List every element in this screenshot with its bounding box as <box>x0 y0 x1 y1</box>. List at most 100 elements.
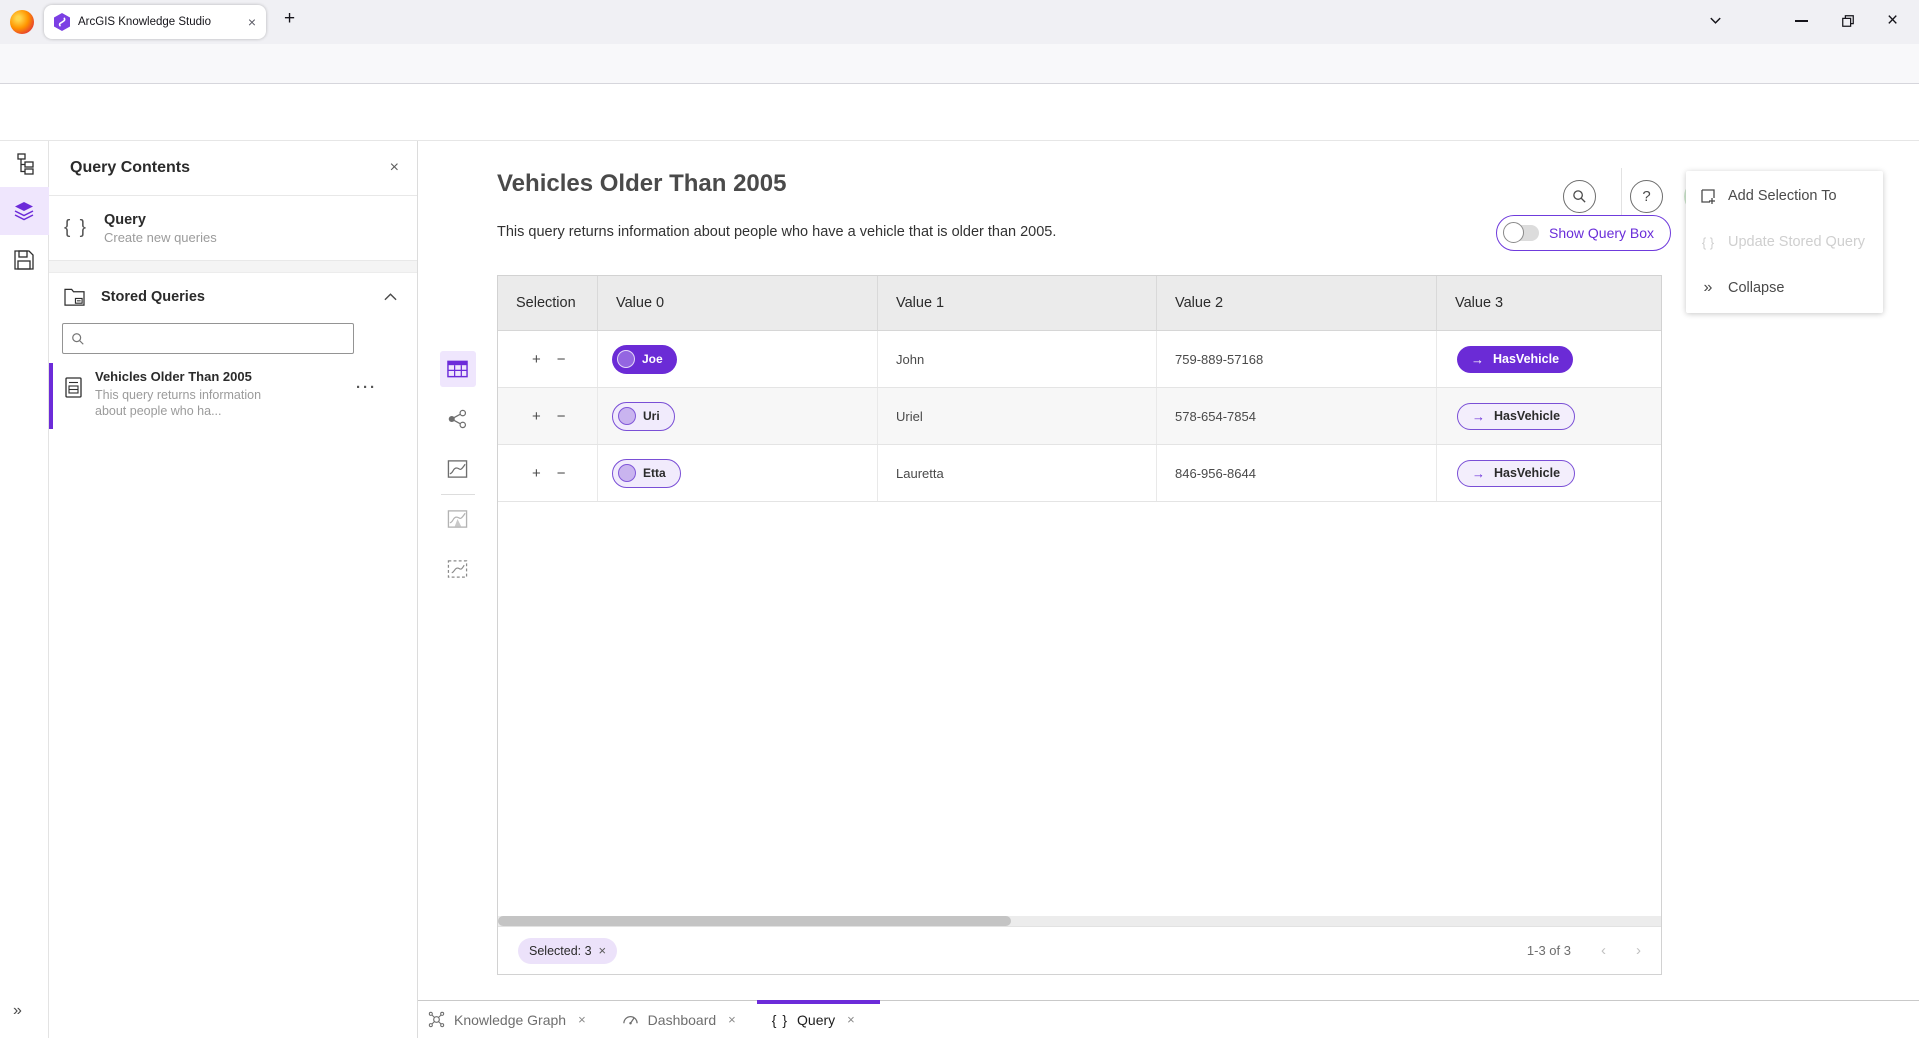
menu-item-update-stored-query[interactable]: { } Update Stored Query <box>1686 219 1883 265</box>
collapse-chevron-up-icon[interactable] <box>384 293 397 301</box>
link-chart-view-icon[interactable] <box>447 409 468 429</box>
tab-dashboard[interactable]: Dashboard × <box>622 1001 736 1039</box>
query-contents-panel: Query Contents × { } Query Create new qu… <box>49 141 418 1038</box>
row-select-plus-button[interactable]: + <box>532 465 541 482</box>
app-header: Certification Project ? PL publisher2 la… <box>0 84 1919 141</box>
entity-pill[interactable]: Etta <box>612 459 681 488</box>
selection-map-view-icon[interactable] <box>447 559 468 579</box>
column-header-value2[interactable]: Value 2 <box>1157 276 1437 330</box>
braces-icon: { } <box>1699 235 1717 250</box>
entity-pill[interactable]: Joe <box>612 345 677 374</box>
row-deselect-minus-button[interactable]: − <box>557 351 566 368</box>
braces-icon: { } <box>64 217 88 239</box>
cell-value1: John <box>878 331 1157 387</box>
window-restore-icon[interactable] <box>1841 14 1855 28</box>
row-select-plus-button[interactable]: + <box>532 351 541 368</box>
column-header-selection[interactable]: Selection <box>498 276 598 330</box>
show-query-box-label: Show Query Box <box>1549 225 1654 241</box>
close-tab-icon[interactable]: × <box>728 1012 736 1027</box>
menu-item-add-selection-to[interactable]: Add Selection To <box>1686 173 1883 219</box>
table-row: + − Joe John 759-889-57168 →HasVehicle <box>498 331 1661 388</box>
expand-rail-icon[interactable]: » <box>13 1002 22 1020</box>
row-deselect-minus-button[interactable]: − <box>557 465 566 482</box>
next-page-icon[interactable]: › <box>1636 942 1641 959</box>
contents-layers-icon[interactable] <box>13 200 35 222</box>
search-icon <box>1572 189 1587 204</box>
show-query-box-toggle[interactable]: Show Query Box <box>1496 215 1671 251</box>
map-view-icon[interactable] <box>447 459 468 479</box>
entity-dot-icon <box>618 407 636 425</box>
cell-value2: 578-654-7854 <box>1157 388 1437 444</box>
browser-toolbar: ← → https://dev0028833.esri.com/portal/a… <box>0 44 1919 84</box>
arcgis-knowledge-favicon <box>54 13 70 31</box>
column-header-value0[interactable]: Value 0 <box>598 276 878 330</box>
project-sitemap-icon[interactable] <box>13 153 35 175</box>
tab-query[interactable]: { } Query × <box>772 1001 855 1039</box>
previous-page-icon[interactable]: ‹ <box>1601 942 1606 959</box>
view-toolbar-divider <box>441 494 475 495</box>
new-tab-button[interactable]: + <box>284 8 295 30</box>
query-create-item[interactable]: { } Query Create new queries <box>49 196 417 261</box>
window-close-icon[interactable]: × <box>1887 10 1898 32</box>
browser-tab[interactable]: ArcGIS Knowledge Studio × <box>44 5 266 39</box>
relationship-pill[interactable]: →HasVehicle <box>1457 403 1575 430</box>
query-results-table: Selection Value 0 Value 1 Value 2 Value … <box>497 275 1662 975</box>
panel-title: Query Contents <box>70 159 390 177</box>
panel-section-gap <box>49 261 417 273</box>
pagination-label: 1-3 of 3 <box>1527 943 1571 958</box>
tab-close-icon[interactable]: × <box>248 14 256 30</box>
new-map-view-icon[interactable] <box>447 509 468 529</box>
column-header-value3[interactable]: Value 3 <box>1437 276 1661 330</box>
browser-tab-bar: ArcGIS Knowledge Studio × + × <box>0 0 1919 44</box>
row-deselect-minus-button[interactable]: − <box>557 408 566 425</box>
arrow-right-icon: → <box>1472 409 1485 424</box>
stored-queries-folder-icon <box>64 288 85 307</box>
column-header-value1[interactable]: Value 1 <box>878 276 1157 330</box>
panel-close-icon[interactable]: × <box>390 159 399 177</box>
relationship-pill[interactable]: →HasVehicle <box>1457 346 1573 373</box>
menu-item-collapse[interactable]: » Collapse <box>1686 265 1883 311</box>
item-ellipsis-menu-icon[interactable]: ··· <box>356 379 377 396</box>
table-view-icon[interactable] <box>447 359 468 379</box>
stored-query-doc-icon <box>64 377 83 398</box>
selected-count-chip[interactable]: Selected: 3 × <box>518 938 617 964</box>
relationship-pill[interactable]: →HasVehicle <box>1457 460 1575 487</box>
search-button[interactable] <box>1563 180 1596 213</box>
firefox-icon[interactable] <box>10 10 34 34</box>
row-select-plus-button[interactable]: + <box>532 408 541 425</box>
entity-dot-icon <box>617 350 635 368</box>
clear-selection-icon[interactable]: × <box>599 943 607 958</box>
query-item-title: Query <box>104 212 217 228</box>
left-icon-rail <box>0 141 49 1038</box>
table-row: + − Etta Lauretta 846-956-8644 →HasVehic… <box>498 445 1661 502</box>
stored-query-description: This query returns information about peo… <box>95 387 295 419</box>
close-tab-icon[interactable]: × <box>847 1012 855 1027</box>
tab-list-chevron-icon[interactable] <box>1708 13 1723 28</box>
entity-pill[interactable]: Uri <box>612 402 675 431</box>
stored-query-title: Vehicles Older Than 2005 <box>95 369 295 384</box>
table-options-menu: Add Selection To { } Update Stored Query… <box>1686 171 1883 313</box>
table-header-row: Selection Value 0 Value 1 Value 2 Value … <box>498 276 1661 331</box>
scrollbar-thumb[interactable] <box>498 916 1011 926</box>
page-title: Vehicles Older Than 2005 <box>497 170 786 198</box>
toggle-switch[interactable] <box>1505 225 1539 241</box>
arrow-right-icon: → <box>1471 352 1484 367</box>
cell-value2: 759-889-57168 <box>1157 331 1437 387</box>
stored-query-list-item[interactable]: Vehicles Older Than 2005 This query retu… <box>49 363 417 429</box>
stored-queries-header[interactable]: Stored Queries <box>49 275 417 319</box>
cell-value1: Lauretta <box>878 445 1157 501</box>
double-chevron-right-icon: » <box>1699 279 1717 297</box>
add-selection-icon <box>1699 188 1717 204</box>
arrow-right-icon: → <box>1472 466 1485 481</box>
knowledge-graph-icon <box>428 1011 445 1028</box>
stored-queries-search-input[interactable] <box>62 323 354 354</box>
tab-title: ArcGIS Knowledge Studio <box>78 16 240 28</box>
horizontal-scrollbar[interactable] <box>498 916 1661 926</box>
window-minimize-icon[interactable] <box>1795 20 1808 22</box>
help-button[interactable]: ? <box>1630 180 1663 213</box>
entity-dot-icon <box>618 464 636 482</box>
tab-knowledge-graph[interactable]: Knowledge Graph × <box>428 1001 586 1039</box>
close-tab-icon[interactable]: × <box>578 1012 586 1027</box>
save-icon[interactable] <box>13 249 35 271</box>
page-description: This query returns information about peo… <box>497 224 1056 240</box>
